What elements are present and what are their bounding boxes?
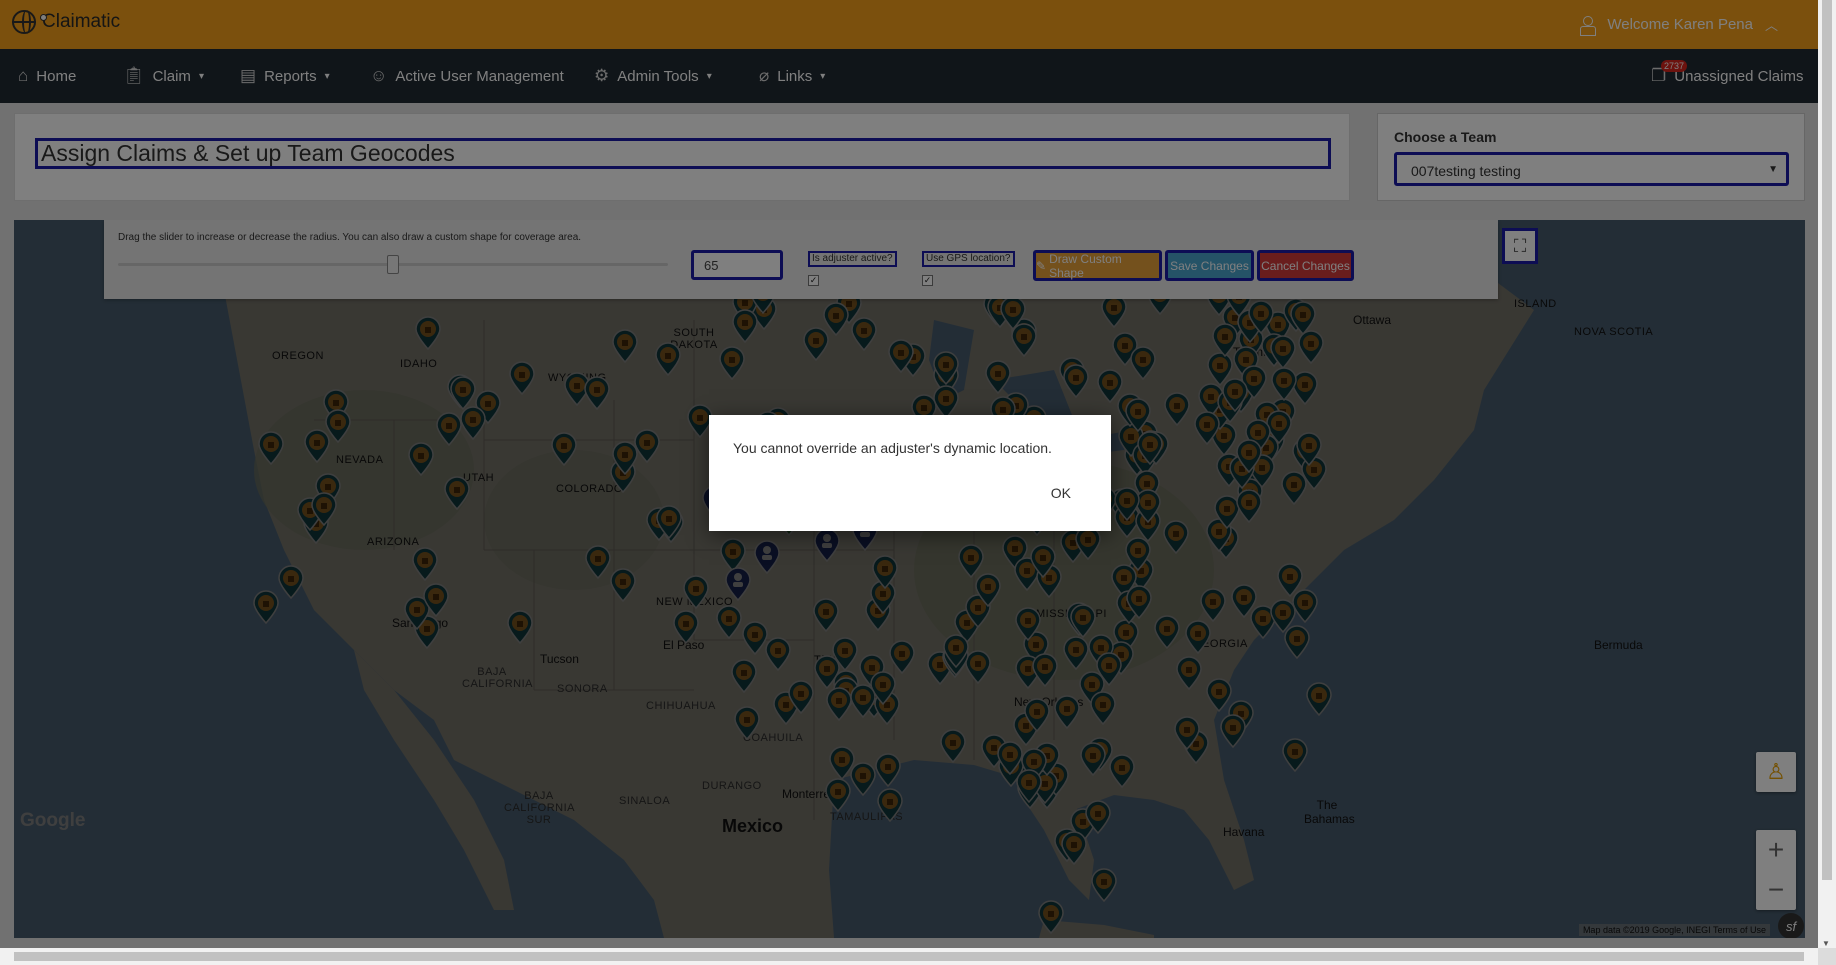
nav-links-label: Links [777, 67, 813, 85]
unassigned-count-badge: 2737 [1661, 60, 1688, 72]
nav-unassigned-claims[interactable]: ❐ 2737 Unassigned Claims [1651, 49, 1803, 103]
draw-custom-shape-label: Draw Custom Shape [1049, 251, 1122, 280]
save-changes-button[interactable]: Save Changes [1165, 250, 1254, 281]
map-dim-overlay [14, 220, 1805, 938]
globe-icon [12, 10, 36, 34]
document-icon: ▤ [240, 66, 257, 85]
chevron-up-icon: ︿ [1764, 18, 1778, 33]
team-panel: Choose a Team 007testing testing ▼ [1377, 113, 1805, 201]
main-nav: ⌂ Home 📋︎ Claim ▾ ▤ Reports ▾ ☺ Active U… [0, 49, 1818, 103]
nav-home-label: Home [36, 67, 77, 85]
radius-slider-handle[interactable] [387, 255, 399, 274]
nav-home[interactable]: ⌂ Home [18, 49, 76, 103]
pencil-icon: ✎ [1036, 258, 1047, 273]
nav-user-management[interactable]: ☺ Active User Management [370, 49, 564, 103]
user-menu[interactable]: Welcome Karen Pena ︿ [1579, 15, 1778, 36]
zoom-out-button[interactable]: − [1756, 870, 1796, 910]
chevron-down-icon: ▾ [706, 70, 712, 82]
dropdown-arrow-icon: ▼ [1768, 164, 1778, 175]
page-title: Assign Claims & Set up Team Geocodes [35, 138, 1331, 169]
nav-admin-tools-label: Admin Tools [617, 67, 699, 85]
nav-reports[interactable]: ▤ Reports ▾ [240, 49, 330, 103]
user-icon: ☺ [370, 66, 388, 85]
gps-location-label: Use GPS location? [922, 251, 1015, 267]
nav-claim[interactable]: 📋︎ Claim ▾ [123, 49, 204, 103]
horizontal-scroll-thumb[interactable] [14, 952, 1804, 961]
team-select-value: 007testing testing [1411, 163, 1521, 179]
adjuster-active-checkbox[interactable]: ✓ [808, 275, 819, 286]
horizontal-scrollbar[interactable] [0, 948, 1818, 965]
vertical-scrollbar[interactable]: ▼ [1818, 0, 1836, 948]
chevron-down-icon: ▾ [198, 70, 204, 82]
zoom-in-button[interactable]: + [1756, 830, 1796, 870]
home-icon: ⌂ [18, 66, 29, 85]
nav-admin-tools[interactable]: ⚙ Admin Tools ▾ [594, 49, 712, 103]
fullscreen-button[interactable]: ⛶ [1502, 228, 1538, 264]
scrollbar-corner [1818, 948, 1836, 965]
chevron-down-icon: ▾ [324, 70, 330, 82]
draw-custom-shape-button[interactable]: ✎ Draw Custom Shape [1033, 250, 1162, 281]
street-view-pegman[interactable]: ♙ [1756, 752, 1796, 792]
title-panel: Assign Claims & Set up Team Geocodes [14, 113, 1350, 201]
vertical-scroll-thumb[interactable] [1822, 0, 1832, 880]
gps-location-checkbox[interactable]: ✓ [922, 275, 933, 286]
clipboard-icon: 📋︎ [123, 66, 145, 85]
fullscreen-icon: ⛶ [1513, 235, 1527, 256]
chevron-down-icon: ▾ [820, 70, 826, 82]
brand-logo[interactable]: Claimatic [12, 10, 120, 34]
radius-controls: Drag the slider to increase or decrease … [104, 220, 1498, 299]
radius-input[interactable]: 65 [691, 250, 783, 280]
team-label: Choose a Team [1394, 129, 1497, 145]
top-bar: Claimatic Welcome Karen Pena ︿ [0, 0, 1818, 49]
nav-unassigned-label: Unassigned Claims [1674, 67, 1804, 85]
logo-dot-icon [40, 14, 47, 21]
scroll-down-arrow-icon[interactable]: ▼ [1822, 939, 1830, 948]
map[interactable]: OREGON IDAHO WYOMING SOUTH DAKOTA NEVADA… [14, 220, 1805, 938]
nav-user-management-label: Active User Management [395, 67, 564, 85]
alert-ok-button[interactable]: OK [1051, 485, 1071, 501]
alert-dialog: You cannot override an adjuster's dynami… [709, 415, 1111, 531]
paperclip-icon: ⌀ [759, 66, 770, 85]
nav-reports-label: Reports [264, 67, 317, 85]
alert-message: You cannot override an adjuster's dynami… [733, 440, 1052, 456]
sf-icon[interactable]: sf [1778, 913, 1804, 938]
cancel-changes-button[interactable]: Cancel Changes [1257, 250, 1354, 281]
gears-icon: ⚙ [594, 66, 610, 85]
welcome-text: Welcome Karen Pena [1607, 16, 1753, 33]
pegman-icon: ♙ [1766, 759, 1786, 784]
team-select[interactable]: 007testing testing ▼ [1394, 152, 1789, 186]
adjuster-active-label: Is adjuster active? [808, 251, 897, 267]
zoom-control: + − [1756, 830, 1796, 910]
radius-hint: Drag the slider to increase or decrease … [118, 232, 582, 243]
user-icon [1579, 15, 1597, 36]
nav-claim-label: Claim [152, 67, 191, 85]
page: Claimatic Welcome Karen Pena ︿ ⌂ Home 📋︎… [0, 0, 1836, 965]
brand-name: Claimatic [42, 11, 121, 32]
nav-links[interactable]: ⌀ Links ▾ [759, 49, 825, 103]
